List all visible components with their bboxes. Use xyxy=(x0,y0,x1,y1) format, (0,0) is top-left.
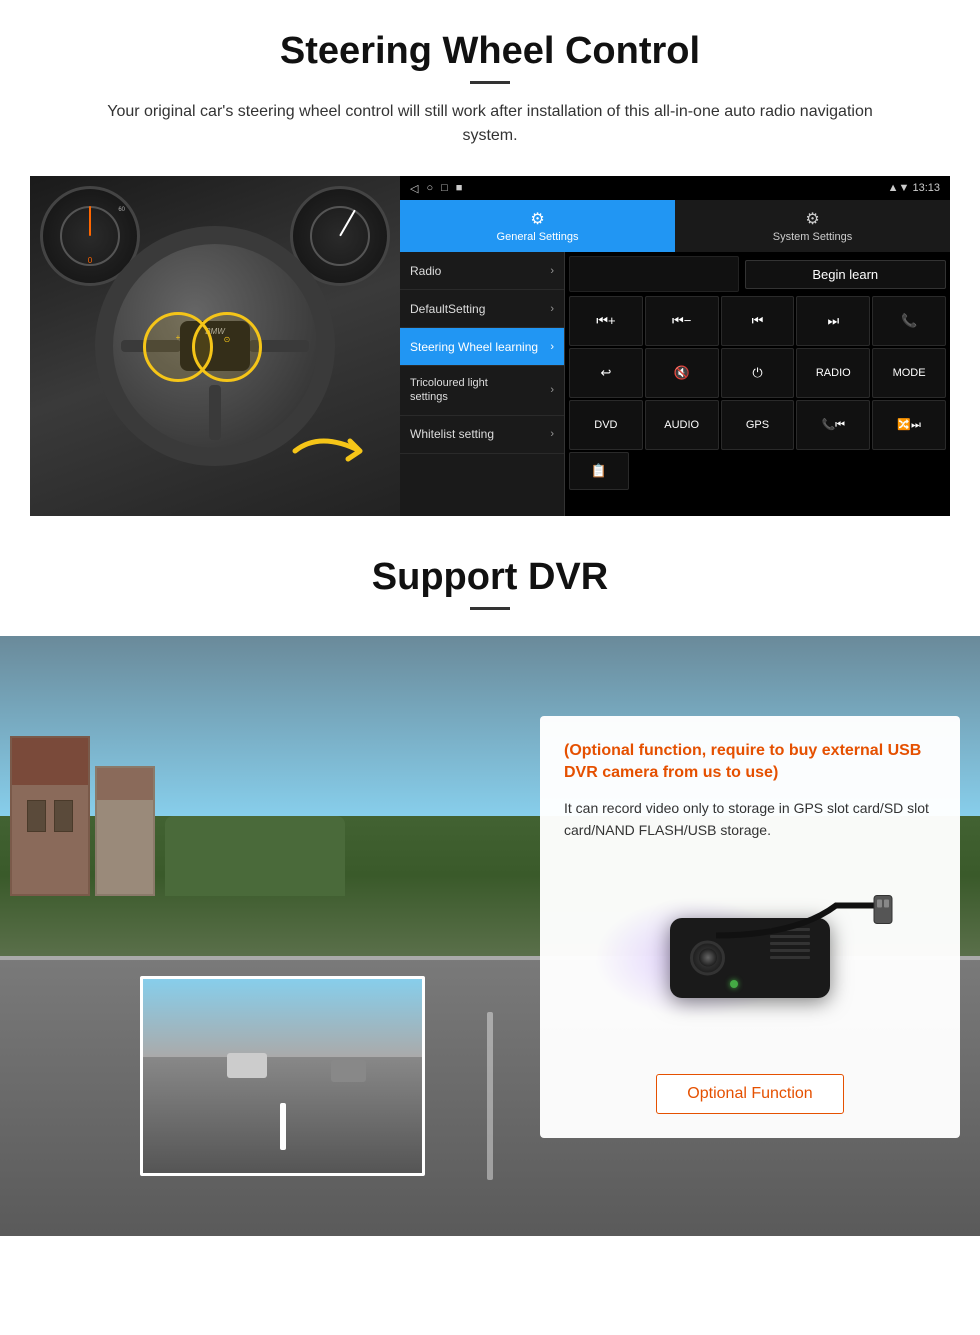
status-bar: ◁ ○ □ ■ ▲▼ 13:13 xyxy=(400,176,950,200)
button-row-2: ↩ 🔇 ⏻ RADIO MODE xyxy=(569,348,946,398)
dvd-button[interactable]: DVD xyxy=(569,400,643,450)
recent-icon[interactable]: □ xyxy=(441,182,448,194)
right-button-highlight: ⊙ xyxy=(192,312,262,382)
dvr-card-title: (Optional function, require to buy exter… xyxy=(564,740,936,785)
audio-button[interactable]: AUDIO xyxy=(645,400,719,450)
settings-tabs: ⚙ General Settings ⚙ System Settings xyxy=(400,200,950,252)
button-row-1: ⏮+ ⏮− ⏮ ⏭ 📞 xyxy=(569,296,946,346)
extra-button-row: 📋 xyxy=(569,452,946,490)
extra-button[interactable]: 📋 xyxy=(569,452,629,490)
optional-function-button[interactable]: Optional Function xyxy=(656,1074,843,1114)
radio-button[interactable]: RADIO xyxy=(796,348,870,398)
dvr-divider xyxy=(470,607,510,610)
dvr-card-desc: It can record video only to storage in G… xyxy=(564,797,936,842)
menu-item-whitelist-label: Whitelist setting xyxy=(410,427,494,441)
divider xyxy=(470,81,510,84)
button-panel: Begin learn ⏮+ ⏮− ⏮ ⏭ 📞 ↩ 🔇 ⏻ xyxy=(565,252,950,516)
menu-item-steering-label: Steering Wheel learning xyxy=(410,340,538,354)
menu-icon[interactable]: ■ xyxy=(456,182,463,194)
begin-learn-button[interactable]: Begin learn xyxy=(745,260,947,289)
vol-down-button[interactable]: ⏮− xyxy=(645,296,719,346)
chevron-icon: › xyxy=(550,428,554,440)
dvr-section: Support DVR (O xyxy=(0,536,980,1236)
empty-cell xyxy=(569,256,739,292)
tab-general[interactable]: ⚙ General Settings xyxy=(400,200,675,252)
steering-section: Steering Wheel Control Your original car… xyxy=(0,0,980,516)
dvr-title: Support DVR xyxy=(40,556,940,599)
begin-learn-row: Begin learn xyxy=(569,256,946,292)
page-title: Steering Wheel Control xyxy=(40,30,940,73)
menu-item-tricolour-label: Tricoloured lightsettings xyxy=(410,376,488,405)
call-button[interactable]: 📞 xyxy=(872,296,946,346)
menu-item-whitelist[interactable]: Whitelist setting › xyxy=(400,416,564,454)
usb-cable xyxy=(716,885,896,990)
gps-button[interactable]: GPS xyxy=(721,400,795,450)
steering-block: 0 60 BMW xyxy=(30,176,950,516)
chevron-icon: › xyxy=(550,341,554,353)
menu-item-steering[interactable]: Steering Wheel learning › xyxy=(400,328,564,366)
power-button[interactable]: ⏻ xyxy=(721,348,795,398)
dvr-info-card: (Optional function, require to buy exter… xyxy=(540,716,960,1138)
button-row-3: DVD AUDIO GPS 📞⏮ 🔀⏭ xyxy=(569,400,946,450)
tab-system[interactable]: ⚙ System Settings xyxy=(675,200,950,252)
optional-function-row: Optional Function xyxy=(564,1074,936,1114)
steering-header: Steering Wheel Control Your original car… xyxy=(0,0,980,158)
thumbnail-car2 xyxy=(331,1060,366,1082)
gear-icon: ⚙ xyxy=(530,209,544,229)
hangup-button[interactable]: ↩ xyxy=(569,348,643,398)
chevron-icon: › xyxy=(550,303,554,315)
system-icon: ⚙ xyxy=(805,209,819,229)
status-info: ▲▼ 13:13 xyxy=(888,182,940,194)
steering-wheel-image: 0 60 BMW xyxy=(30,176,400,516)
shuffle-next-button[interactable]: 🔀⏭ xyxy=(872,400,946,450)
menu-item-tricolour[interactable]: Tricoloured lightsettings › xyxy=(400,366,564,416)
dvr-thumbnail xyxy=(140,976,425,1176)
android-ui: ◁ ○ □ ■ ▲▼ 13:13 ⚙ General Settings ⚙ xyxy=(400,176,950,516)
dvr-camera-illustration xyxy=(564,858,936,1058)
chevron-icon: › xyxy=(550,384,554,396)
home-icon[interactable]: ○ xyxy=(426,182,433,194)
tab-system-label: System Settings xyxy=(773,231,852,243)
back-icon[interactable]: ◁ xyxy=(410,182,418,195)
vol-up-button[interactable]: ⏮+ xyxy=(569,296,643,346)
menu-item-default-label: DefaultSetting xyxy=(410,302,485,316)
tab-general-label: General Settings xyxy=(497,231,579,243)
settings-content: Radio › DefaultSetting › Steering Wheel … xyxy=(400,252,950,516)
menu-item-default[interactable]: DefaultSetting › xyxy=(400,290,564,328)
signal-icon: ▲▼ xyxy=(888,182,910,194)
thumbnail-car1 xyxy=(227,1053,267,1078)
clock: 13:13 xyxy=(912,182,940,194)
dvr-header: Support DVR xyxy=(0,536,980,636)
steering-description: Your original car's steering wheel contr… xyxy=(80,100,900,148)
prev-button[interactable]: ⏮ xyxy=(721,296,795,346)
menu-list: Radio › DefaultSetting › Steering Wheel … xyxy=(400,252,565,516)
mode-button[interactable]: MODE xyxy=(872,348,946,398)
call-prev-button[interactable]: 📞⏮ xyxy=(796,400,870,450)
dvr-background: (Optional function, require to buy exter… xyxy=(0,636,980,1236)
menu-item-radio-label: Radio xyxy=(410,264,441,278)
arrow-indicator xyxy=(290,421,390,486)
menu-item-radio[interactable]: Radio › xyxy=(400,252,564,290)
mute-button[interactable]: 🔇 xyxy=(645,348,719,398)
chevron-icon: › xyxy=(550,265,554,277)
next-button[interactable]: ⏭ xyxy=(796,296,870,346)
